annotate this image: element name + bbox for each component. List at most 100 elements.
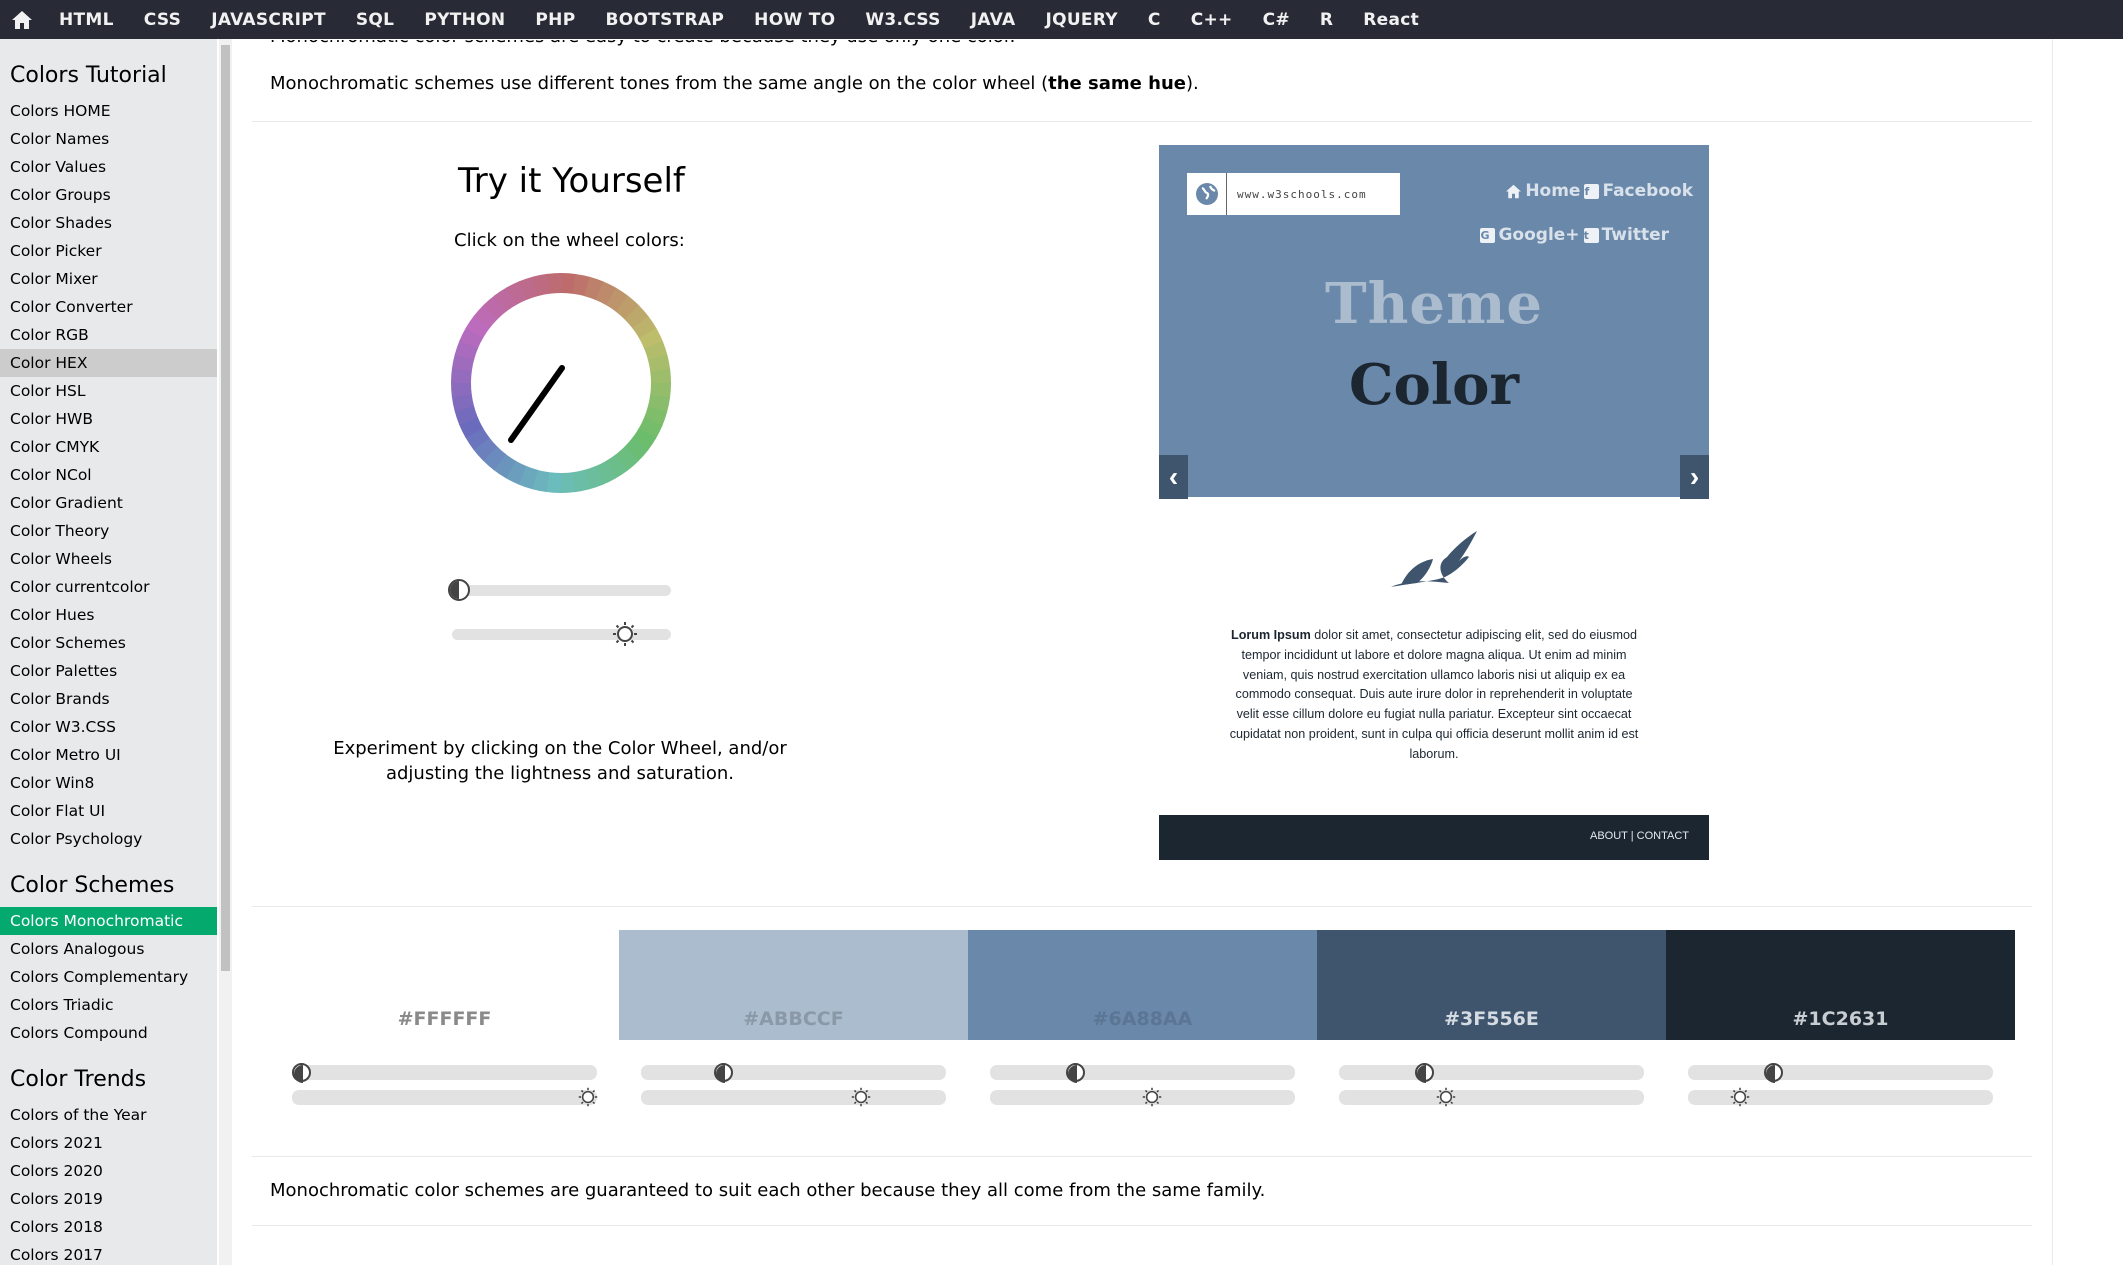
nav-link-php[interactable]: PHP <box>520 0 590 39</box>
preview-footer-links[interactable]: ABOUT | CONTACT <box>1590 830 1689 842</box>
sidebar-item-colors-2021[interactable]: Colors 2021 <box>0 1129 217 1157</box>
color-wheel-segment[interactable] <box>546 273 563 294</box>
swatch-lightness-track[interactable] <box>1688 1065 1993 1080</box>
sidebar-item-color-hues[interactable]: Color Hues <box>0 601 217 629</box>
sidebar-item-color-palettes[interactable]: Color Palettes <box>0 657 217 685</box>
swatch-lightness-knob[interactable] <box>292 1063 312 1083</box>
saturation-slider-knob[interactable] <box>612 621 638 647</box>
sidebar-item-color-win8[interactable]: Color Win8 <box>0 769 217 797</box>
preview-url-box: www.w3schools.com <box>1187 173 1400 215</box>
nav-link-w3-css[interactable]: W3.CSS <box>850 0 955 39</box>
nav-link-how-to[interactable]: HOW TO <box>739 0 850 39</box>
preview-nav-facebook[interactable]: f Facebook <box>1584 181 1693 201</box>
color-swatch: #FFFFFF <box>270 930 619 1040</box>
sidebar-item-colors-triadic[interactable]: Colors Triadic <box>0 991 217 1019</box>
globe-icon <box>1187 173 1227 215</box>
lightness-slider-track[interactable] <box>452 585 671 596</box>
sidebar-item-color-theory[interactable]: Color Theory <box>0 517 217 545</box>
sidebar-item-color-gradient[interactable]: Color Gradient <box>0 489 217 517</box>
intro-text-pre: Monochromatic schemes use different tone… <box>270 73 1049 94</box>
sidebar-item-color-rgb[interactable]: Color RGB <box>0 321 217 349</box>
divider <box>252 906 2032 907</box>
color-wheel[interactable] <box>450 272 672 494</box>
sidebar-item-color-picker[interactable]: Color Picker <box>0 237 217 265</box>
swatch-lightness-track[interactable] <box>1339 1065 1644 1080</box>
color-wheel-segment[interactable] <box>451 381 472 398</box>
try-it-title: Try it Yourself <box>458 161 685 201</box>
swatch-saturation-knob[interactable] <box>851 1087 871 1107</box>
sidebar-item-color-hsl[interactable]: Color HSL <box>0 377 217 405</box>
swatch-saturation-track[interactable] <box>641 1090 946 1105</box>
preview-nav-twitter-label: Twitter <box>1601 225 1669 245</box>
sidebar-item-color-wheels[interactable]: Color Wheels <box>0 545 217 573</box>
color-wheel-segment[interactable] <box>650 368 671 385</box>
sidebar-item-colors-monochromatic[interactable]: Colors Monochromatic <box>0 907 217 935</box>
sidebar-item-colors-complementary[interactable]: Colors Complementary <box>0 963 217 991</box>
sidebar-list-tutorial: Colors HOME Color Names Color Values Color … <box>0 97 217 853</box>
sidebar-item-colors-of-the-year[interactable]: Colors of the Year <box>0 1101 217 1129</box>
sidebar-item-color-metro-ui[interactable]: Color Metro UI <box>0 741 217 769</box>
swatch-saturation-knob[interactable] <box>1436 1087 1456 1107</box>
color-swatch: #6A88AA <box>968 930 1317 1040</box>
sidebar-item-color-flat-ui[interactable]: Color Flat UI <box>0 797 217 825</box>
sidebar-item-colors-home[interactable]: Colors HOME <box>0 97 217 125</box>
sidebar-item-color-converter[interactable]: Color Converter <box>0 293 217 321</box>
preview-nav-home-label: Home <box>1525 181 1581 201</box>
sidebar-item-color-schemes[interactable]: Color Schemes <box>0 629 217 657</box>
sidebar-item-colors-2019[interactable]: Colors 2019 <box>0 1185 217 1213</box>
nav-link-css[interactable]: CSS <box>129 0 196 39</box>
sidebar-item-color-currentcolor[interactable]: Color currentcolor <box>0 573 217 601</box>
swatch-saturation-track[interactable] <box>292 1090 597 1105</box>
home-icon[interactable] <box>0 0 44 39</box>
sidebar-item-colors-2018[interactable]: Colors 2018 <box>0 1213 217 1241</box>
swatch-saturation-knob[interactable] <box>578 1087 598 1107</box>
sidebar-item-color-shades[interactable]: Color Shades <box>0 209 217 237</box>
chevron-left-icon[interactable]: ‹ <box>1159 455 1188 499</box>
sidebar-item-color-hwb[interactable]: Color HWB <box>0 405 217 433</box>
swatch-lightness-track[interactable] <box>641 1065 946 1080</box>
sidebar-item-color-brands[interactable]: Color Brands <box>0 685 217 713</box>
nav-link-c-[interactable]: C++ <box>1176 0 1248 39</box>
preview-nav-home[interactable]: Home <box>1505 181 1580 201</box>
sidebar-item-color-hex[interactable]: Color HEX <box>0 349 217 377</box>
sidebar-item-color-ncol[interactable]: Color NCol <box>0 461 217 489</box>
preview-lorem-body: dolor sit amet, consectetur adipiscing e… <box>1229 628 1639 761</box>
swatch-lightness-track[interactable] <box>292 1065 597 1080</box>
color-swatch: #1C2631 <box>1666 930 2015 1040</box>
nav-link-sql[interactable]: SQL <box>341 0 409 39</box>
sidebar-item-color-mixer[interactable]: Color Mixer <box>0 265 217 293</box>
theme-preview: www.w3schools.com Home f Facebook G Google… <box>1159 145 1709 860</box>
sidebar-item-color-names[interactable]: Color Names <box>0 125 217 153</box>
swatch-saturation-track[interactable] <box>1339 1090 1644 1105</box>
chevron-right-icon[interactable]: › <box>1680 455 1709 499</box>
preview-nav-google[interactable]: G Google+ <box>1480 225 1580 245</box>
nav-link-c-[interactable]: C# <box>1248 0 1305 39</box>
sidebar-item-color-values[interactable]: Color Values <box>0 153 217 181</box>
intro-text: Monochromatic schemes use different tone… <box>270 73 1199 94</box>
preview-nav-twitter[interactable]: t Twitter <box>1583 225 1669 245</box>
sidebar-item-color-cmyk[interactable]: Color CMYK <box>0 433 217 461</box>
swatch-lightness-track[interactable] <box>990 1065 1295 1080</box>
sidebar-item-colors-compound[interactable]: Colors Compound <box>0 1019 217 1047</box>
nav-link-python[interactable]: PYTHON <box>409 0 520 39</box>
sidebar-item-colors-2020[interactable]: Colors 2020 <box>0 1157 217 1185</box>
sidebar-scrollbar-thumb[interactable] <box>221 45 230 971</box>
nav-link-java[interactable]: JAVA <box>956 0 1031 39</box>
nav-link-jquery[interactable]: JQUERY <box>1030 0 1132 39</box>
nav-link-r[interactable]: R <box>1305 0 1348 39</box>
nav-link-c[interactable]: C <box>1133 0 1176 39</box>
sidebar-item-color-groups[interactable]: Color Groups <box>0 181 217 209</box>
nav-link-html[interactable]: HTML <box>44 0 129 39</box>
swatch-saturation-knob[interactable] <box>1142 1087 1162 1107</box>
nav-link-javascript[interactable]: JAVASCRIPT <box>196 0 341 39</box>
nav-link-bootstrap[interactable]: BOOTSTRAP <box>590 0 739 39</box>
saturation-slider-track[interactable] <box>452 629 671 640</box>
sidebar-item-colors-2017[interactable]: Colors 2017 <box>0 1241 217 1265</box>
sidebar-item-colors-analogous[interactable]: Colors Analogous <box>0 935 217 963</box>
sidebar-item-color-w3-css[interactable]: Color W3.CSS <box>0 713 217 741</box>
swatch-saturation-knob[interactable] <box>1730 1087 1750 1107</box>
nav-link-react[interactable]: React <box>1348 0 1434 39</box>
color-wheel-segment[interactable] <box>559 472 576 493</box>
sidebar-item-color-psychology[interactable]: Color Psychology <box>0 825 217 853</box>
lightness-slider-knob[interactable] <box>447 579 470 601</box>
